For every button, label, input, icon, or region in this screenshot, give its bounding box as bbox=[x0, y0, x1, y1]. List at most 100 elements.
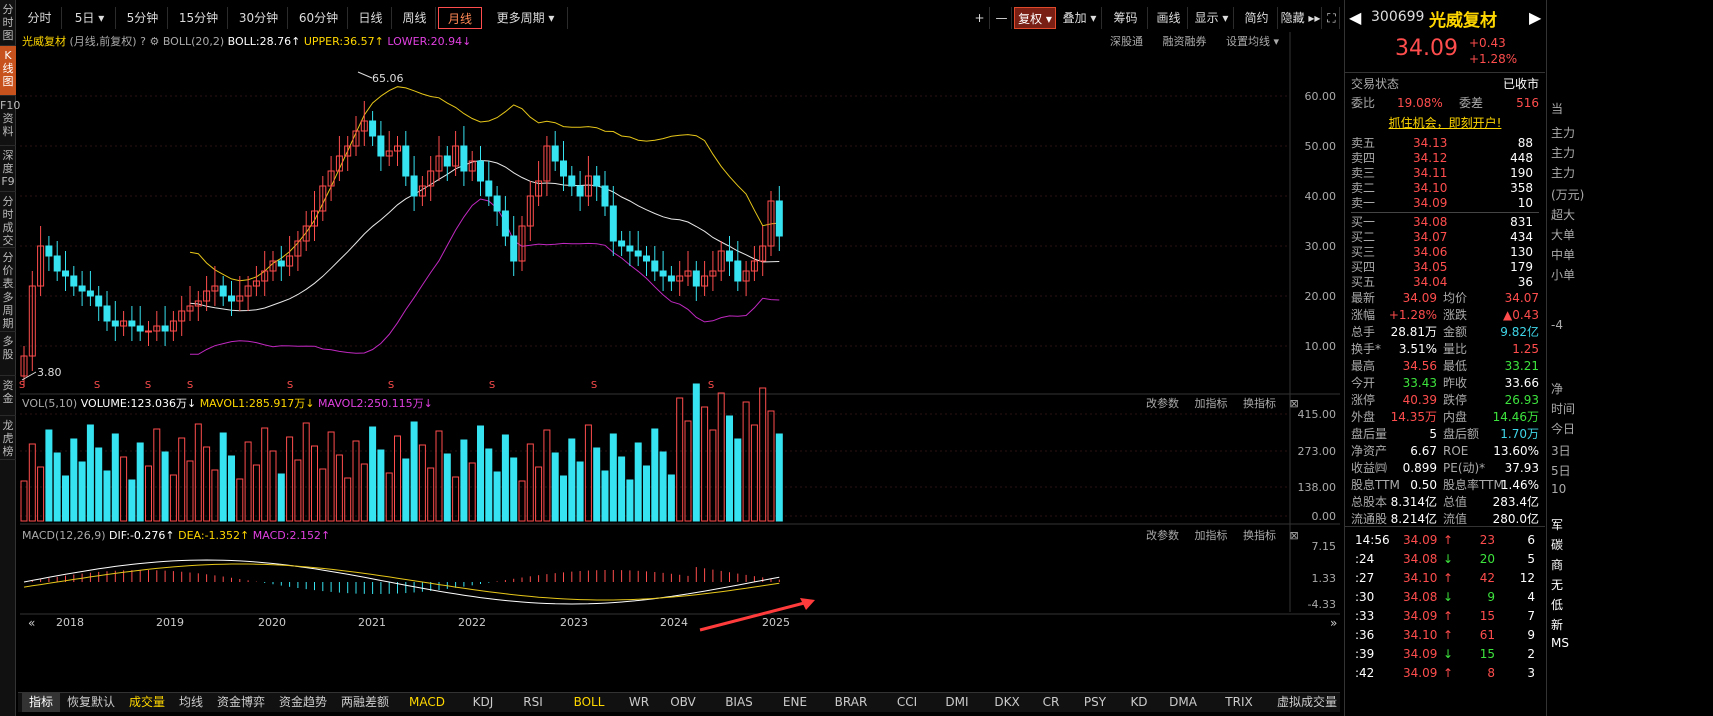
candle-body bbox=[161, 325, 169, 332]
candle-body bbox=[219, 285, 227, 297]
indicator-tab-14[interactable]: ENE bbox=[770, 693, 820, 712]
order-row: 买一 34.08 831 bbox=[1351, 215, 1533, 229]
year-label: 2022 bbox=[458, 616, 486, 629]
promo-link[interactable]: 抓住机会，即刻开户! bbox=[1351, 114, 1539, 131]
stat-row: 最高 34.56 最低 33.21 bbox=[1351, 359, 1539, 373]
volume-bar bbox=[145, 465, 152, 522]
volume-bar bbox=[609, 433, 617, 522]
indicator-tab-2[interactable]: 成交量 bbox=[122, 693, 172, 712]
candle-body bbox=[651, 260, 659, 272]
indicator-tab-9[interactable]: RSI bbox=[508, 693, 558, 712]
indicator-tab-16[interactable]: CCI bbox=[882, 693, 932, 712]
volume-bar bbox=[734, 438, 742, 522]
scroll-left-icon[interactable]: « bbox=[28, 616, 35, 630]
indicator-tab-7[interactable]: MACD bbox=[396, 693, 458, 712]
order-row: 卖一 34.09 10 bbox=[1351, 196, 1533, 210]
indicator-tab-1[interactable]: 恢复默认 bbox=[60, 693, 122, 712]
scroll-right-icon[interactable]: » bbox=[1330, 616, 1337, 630]
far-right-item: 时间 bbox=[1551, 402, 1576, 416]
volume-bar bbox=[236, 478, 244, 522]
order-row: 卖三 34.11 190 bbox=[1351, 166, 1533, 180]
volume-bar bbox=[95, 447, 103, 522]
volume-bar bbox=[211, 469, 219, 522]
candle-body bbox=[726, 250, 733, 262]
tick-row: :27 34.10 ↑ 42 12 bbox=[1355, 571, 1535, 585]
indicator-tab-20[interactable]: PSY bbox=[1070, 693, 1120, 712]
far-right-item: 5日 bbox=[1551, 464, 1571, 478]
indicator-tab-12[interactable]: OBV bbox=[658, 693, 708, 712]
candle-body bbox=[576, 185, 584, 197]
volume-bar bbox=[510, 457, 518, 522]
indicator-tab-4[interactable]: 资金博弈 bbox=[210, 693, 272, 712]
indicator-tab-10[interactable]: BOLL bbox=[558, 693, 620, 712]
indicator-tab-0[interactable]: 指标 bbox=[22, 693, 60, 712]
order-row: 卖四 34.12 448 bbox=[1351, 151, 1533, 165]
kline-chart[interactable]: 60.00 50.00 40.00 30.00 20.00 10.00 415.00 273.… bbox=[0, 0, 1340, 692]
volume-bar bbox=[244, 441, 252, 522]
volume-bar bbox=[352, 440, 360, 522]
volume-bar bbox=[726, 415, 733, 522]
indicator-tab-5[interactable]: 资金趋势 bbox=[272, 693, 334, 712]
indicator-tab-19[interactable]: CR bbox=[1032, 693, 1070, 712]
volume-bar bbox=[775, 433, 783, 522]
indicator-tab-8[interactable]: KDJ bbox=[458, 693, 508, 712]
stat-row: 股息TTM 0.50 股息率TTM 1.46% bbox=[1351, 478, 1539, 492]
price-tick: 20.00 bbox=[1305, 290, 1337, 303]
indicator-tab-3[interactable]: 均线 bbox=[172, 693, 210, 712]
year-label: 2021 bbox=[358, 616, 386, 629]
volume-bar bbox=[194, 423, 202, 522]
dea-line bbox=[23, 563, 780, 601]
volume-bar bbox=[37, 466, 45, 522]
year-label: 2024 bbox=[660, 616, 688, 629]
indicator-tab-6[interactable]: 两融差额 bbox=[334, 693, 396, 712]
volume-bar bbox=[526, 443, 534, 522]
dividend-marker: S bbox=[94, 380, 100, 391]
volume-bar bbox=[676, 397, 684, 522]
candle-body bbox=[560, 160, 567, 177]
indicator-tab-24[interactable]: 虚拟成交量 bbox=[1270, 693, 1344, 712]
volume-bar bbox=[169, 474, 177, 522]
stat-row: 涨停 40.39 跌停 26.93 bbox=[1351, 393, 1539, 407]
volume-bar bbox=[701, 406, 709, 522]
candle-body bbox=[78, 285, 86, 292]
dividend-marker: S bbox=[187, 380, 193, 391]
candle-body bbox=[601, 185, 609, 207]
candle-body bbox=[369, 120, 377, 137]
indicator-tab-21[interactable]: KD bbox=[1120, 693, 1158, 712]
vol-tick: 138.00 bbox=[1298, 481, 1337, 494]
indicator-tab-11[interactable]: WR bbox=[620, 693, 658, 712]
price-tick: 50.00 bbox=[1305, 140, 1337, 153]
indicator-tab-23[interactable]: TRIX bbox=[1208, 693, 1270, 712]
stock-code: 300699 bbox=[1371, 9, 1425, 25]
boll-upper-line bbox=[189, 86, 780, 282]
candle-body bbox=[136, 325, 144, 332]
macd-tick: -4.33 bbox=[1308, 598, 1336, 611]
far-right-item: 今日 bbox=[1551, 422, 1576, 436]
far-right-item: 中单 bbox=[1551, 248, 1576, 262]
volume-bar bbox=[45, 429, 53, 522]
candle-body bbox=[501, 210, 509, 237]
volume-bar bbox=[252, 464, 260, 522]
candle-body bbox=[734, 260, 742, 282]
order-row: 买二 34.07 434 bbox=[1351, 230, 1533, 244]
candle-body bbox=[111, 320, 119, 327]
next-stock-icon[interactable]: ▶ bbox=[1529, 8, 1541, 27]
volume-bar bbox=[269, 450, 277, 522]
far-right-item: 无 bbox=[1551, 578, 1564, 592]
indicator-tab-13[interactable]: BIAS bbox=[708, 693, 770, 712]
indicator-tab-15[interactable]: BRAR bbox=[820, 693, 882, 712]
volume-bar bbox=[427, 467, 435, 522]
prev-stock-icon[interactable]: ◀ bbox=[1349, 8, 1361, 27]
tick-row: :33 34.09 ↑ 15 7 bbox=[1355, 609, 1535, 623]
far-right-item: 10 bbox=[1551, 482, 1567, 496]
far-right-item: 当 bbox=[1551, 102, 1564, 116]
volume-bar bbox=[643, 465, 650, 522]
volume-bar bbox=[684, 420, 692, 522]
indicator-tab-18[interactable]: DKX bbox=[982, 693, 1032, 712]
candle-body bbox=[485, 180, 493, 197]
volume-bar bbox=[626, 479, 634, 522]
indicator-tab-22[interactable]: DMA bbox=[1158, 693, 1208, 712]
candle-body bbox=[618, 240, 626, 247]
indicator-tab-17[interactable]: DMI bbox=[932, 693, 982, 712]
dividend-marker: S bbox=[388, 380, 394, 391]
